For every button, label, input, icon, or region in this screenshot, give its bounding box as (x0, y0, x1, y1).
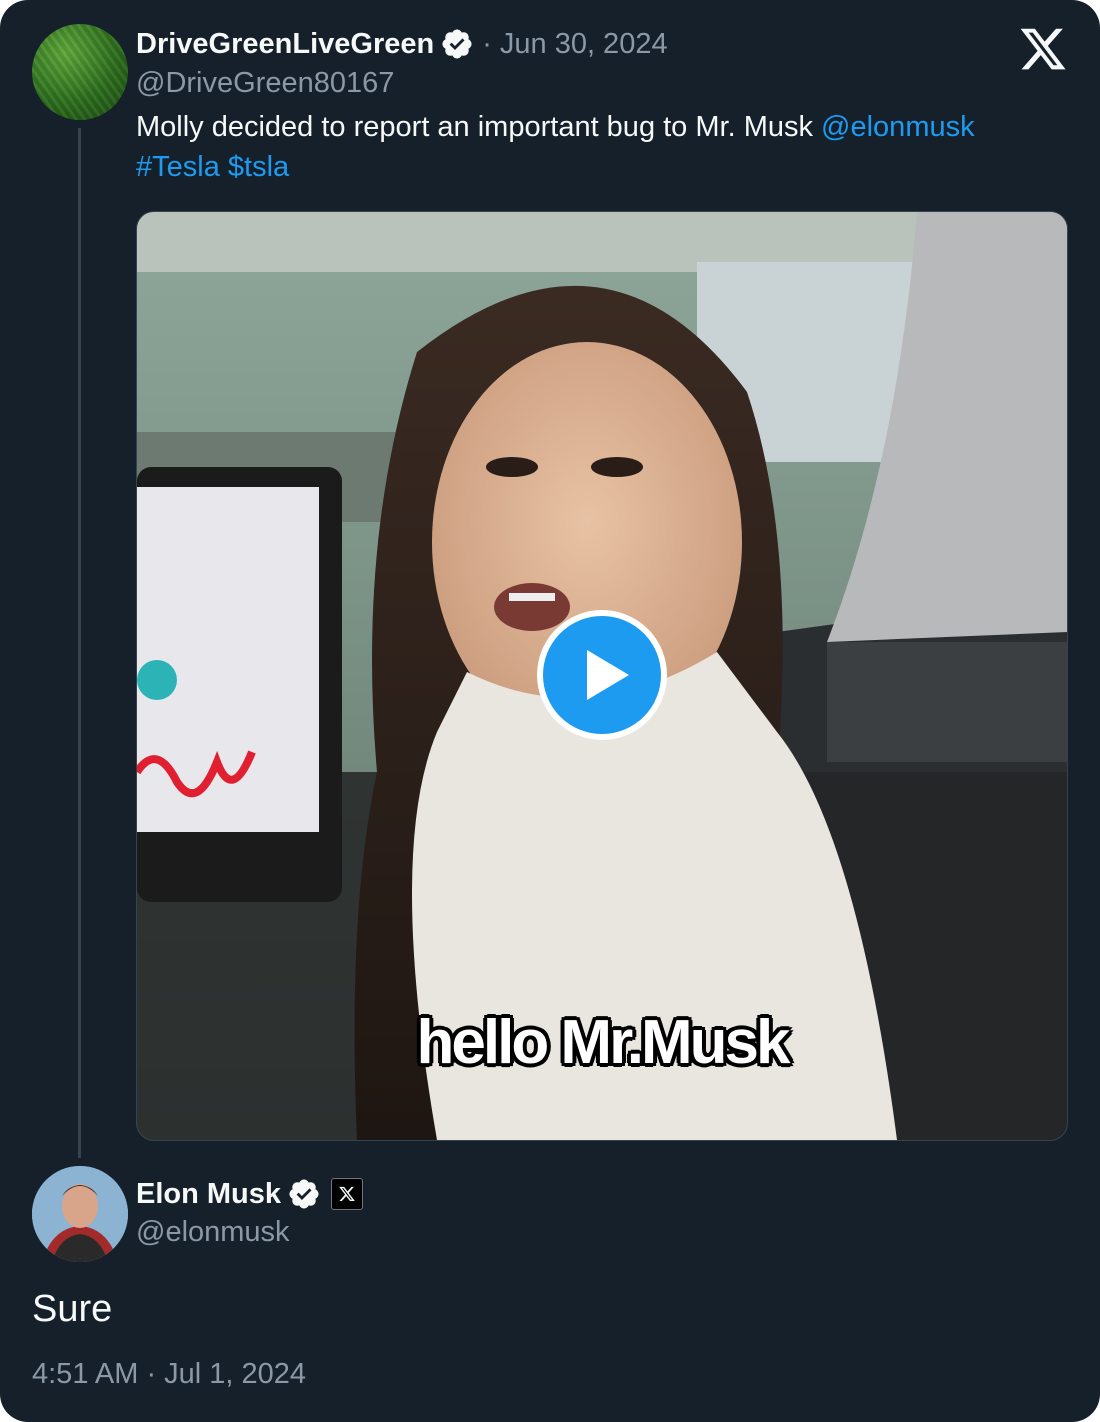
play-icon[interactable] (537, 610, 667, 740)
reply-author-avatar[interactable] (32, 1166, 128, 1262)
verified-badge-icon (289, 1179, 319, 1209)
x-logo-icon[interactable] (1018, 24, 1068, 74)
author-display-name[interactable]: DriveGreenLiveGreen (136, 28, 434, 61)
tweet-date[interactable]: Jun 30, 2024 (500, 28, 668, 61)
tweet-card: DriveGreenLiveGreen · Jun 30, 2024 @Driv… (0, 0, 1100, 1422)
reply-display-name[interactable]: Elon Musk (136, 1178, 281, 1211)
reply-avatar-image (32, 1166, 128, 1262)
video-caption: hello Mr.Musk (416, 1008, 791, 1077)
reply-text: Sure (32, 1288, 113, 1330)
thread-connector-line (78, 128, 81, 1158)
tweet-text: Molly decided to report an important bug… (136, 111, 822, 143)
video-player[interactable]: hello Mr.Musk (136, 211, 1068, 1141)
hashtag-link[interactable]: #Tesla (136, 151, 220, 183)
original-tweet-header: DriveGreenLiveGreen · Jun 30, 2024 (136, 24, 668, 64)
cashtag-link[interactable]: $tsla (228, 151, 289, 183)
verified-badge-icon (442, 29, 472, 59)
reply-header: Elon Musk (136, 1174, 364, 1214)
header-separator: · (482, 27, 492, 60)
author-avatar[interactable] (32, 24, 128, 120)
tweet-body: Molly decided to report an important bug… (136, 107, 1036, 187)
reply-timestamp[interactable]: 4:51 AM · Jul 1, 2024 (32, 1358, 306, 1391)
x-affiliation-badge-icon[interactable] (331, 1178, 364, 1210)
reply-author-handle[interactable]: @elonmusk (136, 1216, 290, 1249)
mention-link[interactable]: @elonmusk (821, 111, 975, 143)
author-handle[interactable]: @DriveGreen80167 (136, 67, 394, 100)
